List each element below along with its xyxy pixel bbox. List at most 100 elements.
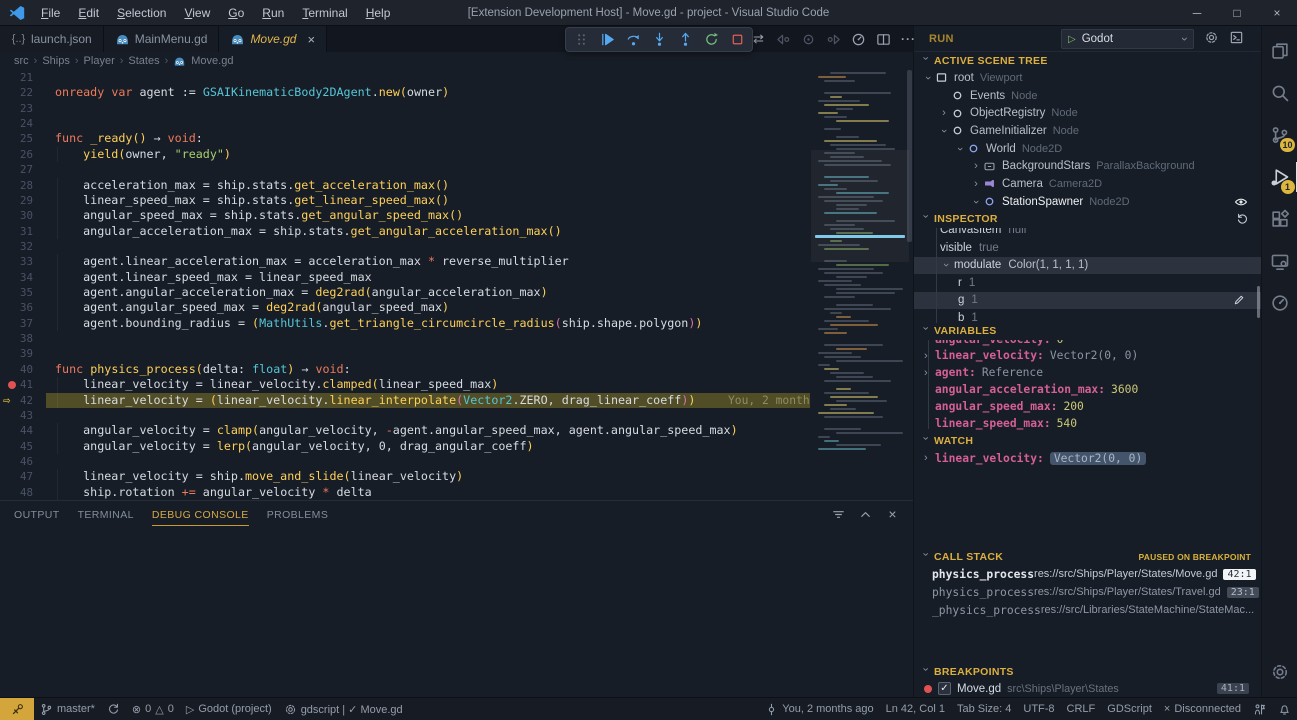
variables-header[interactable]: › VARIABLES (914, 323, 1261, 340)
line-number[interactable]: 26 (0, 147, 46, 162)
line-number[interactable]: 23 (0, 101, 46, 116)
code-line-33[interactable]: 33 agent.linear_acceleration_max = accel… (0, 254, 813, 269)
run-status-button[interactable] (848, 29, 869, 50)
status-remote-indicator[interactable] (0, 698, 34, 720)
scene-node-objectregistry[interactable]: ›ObjectRegistryNode (914, 104, 1261, 122)
chevron-right-icon[interactable]: › (938, 107, 950, 119)
variable-angular_acceleration_max[interactable]: angular_acceleration_max:3600 (914, 381, 1261, 398)
code-line-21[interactable]: 21 (0, 70, 813, 85)
watch-header[interactable]: › WATCH (914, 433, 1261, 450)
menu-terminal[interactable]: Terminal (294, 3, 355, 23)
code-line-24[interactable]: 24 (0, 116, 813, 131)
panel-tab-debug-console[interactable]: DEBUG CONSOLE (152, 503, 249, 526)
line-number[interactable]: 37 (0, 316, 46, 331)
line-number[interactable]: 38 (0, 331, 46, 346)
collapse-up-button[interactable] (857, 506, 874, 523)
line-number[interactable]: 21 (0, 70, 46, 85)
step-out-button[interactable] (673, 29, 697, 50)
code-line-43[interactable]: 43 (0, 408, 813, 423)
status-notifications[interactable] (1272, 698, 1297, 720)
status-language-mode[interactable]: GDScript (1101, 698, 1158, 720)
menu-go[interactable]: Go (220, 3, 252, 23)
more-button[interactable]: ··· (898, 29, 919, 50)
code-line-27[interactable]: 27 (0, 162, 813, 177)
menu-help[interactable]: Help (358, 3, 399, 23)
breadcrumb-file[interactable]: Move.gd (191, 55, 233, 67)
status-eol[interactable]: CRLF (1061, 698, 1102, 720)
inspector-refresh-button[interactable] (1236, 213, 1249, 226)
code-editor[interactable]: 2122onready var agent := GSAIKinematicBo… (0, 70, 913, 500)
code-line-26[interactable]: 26 yield(owner, "ready") (0, 147, 813, 162)
panel-tab-terminal[interactable]: TERMINAL (78, 503, 134, 526)
line-number[interactable]: 22 (0, 85, 46, 100)
breadcrumb-item[interactable]: src (14, 55, 29, 67)
status-feedback[interactable] (1247, 698, 1272, 720)
tab-close-button[interactable]: × (307, 32, 315, 47)
line-number[interactable]: 24 (0, 116, 46, 131)
line-number[interactable]: 46 (0, 454, 46, 469)
tab-mainmenu-gd[interactable]: MainMenu.gd (104, 26, 220, 52)
inspector-row-canvasitem[interactable]: CanvasItemnull (914, 228, 1261, 240)
status-godot-connection[interactable]: ×Disconnected (1158, 698, 1247, 720)
code-line-35[interactable]: 35 agent.angular_acceleration_max = deg2… (0, 285, 813, 300)
line-number[interactable]: 45 (0, 439, 46, 454)
line-number[interactable]: 33 (0, 254, 46, 269)
chevron-right-icon[interactable]: › (970, 160, 982, 172)
line-number[interactable]: 48 (0, 485, 46, 500)
activity-extensions[interactable] (1262, 198, 1297, 240)
menu-edit[interactable]: Edit (70, 3, 107, 23)
chevron-down-icon[interactable]: › (970, 196, 982, 208)
scene-node-backgroundstars[interactable]: ›BackgroundStarsParallaxBackground (914, 157, 1261, 175)
status-encoding[interactable]: UTF-8 (1017, 698, 1060, 720)
scene-node-gameinitializer[interactable]: ›GameInitializerNode (914, 122, 1261, 140)
status-run-project[interactable]: ▷Godot (project) (180, 698, 278, 720)
inspector-row-modulate[interactable]: ›modulateColor(1, 1, 1, 1) (914, 257, 1261, 275)
code-line-28[interactable]: 28 acceleration_max = ship.stats.get_acc… (0, 178, 813, 193)
chevron-down-icon[interactable]: › (938, 125, 950, 137)
stack-frame[interactable]: physics_processres://src/Ships/Player/St… (914, 583, 1261, 601)
code-line-29[interactable]: 29 linear_speed_max = ship.stats.get_lin… (0, 193, 813, 208)
menu-run[interactable]: Run (254, 3, 292, 23)
code-line-25[interactable]: 25func _ready() → void: (0, 131, 813, 146)
breakpoints-header[interactable]: › BREAKPOINTS (914, 663, 1261, 680)
variable-linear_velocity[interactable]: ›linear_velocity:Vector2(0, 0) (914, 450, 1261, 467)
variable-angular_speed_max[interactable]: angular_speed_max:200 (914, 398, 1261, 415)
activity-manage[interactable] (1262, 651, 1297, 693)
chevron-right-icon[interactable]: › (924, 367, 935, 379)
scene-tree-header[interactable]: › ACTIVE SCENE TREE (914, 52, 1261, 69)
tab-move-gd[interactable]: Move.gd× (219, 26, 327, 52)
continue-button[interactable] (595, 29, 619, 50)
step-over-button[interactable] (621, 29, 645, 50)
scene-node-root[interactable]: ›rootViewport (914, 69, 1261, 87)
line-number[interactable]: 40 (0, 362, 46, 377)
activity-explorer[interactable] (1262, 30, 1297, 72)
launch-config-dropdown[interactable]: ▷ Godot › (1061, 29, 1194, 49)
stack-frame[interactable]: _physics_processres://src/Libraries/Stat… (914, 601, 1261, 619)
activity-godot-tools[interactable] (1262, 282, 1297, 324)
variable-linear_velocity[interactable]: ›linear_velocity:Vector2(0, 0) (914, 347, 1261, 364)
code-line-30[interactable]: 30 angular_speed_max = ship.stats.get_an… (0, 208, 813, 223)
activity-source-control[interactable]: 10 (1262, 114, 1297, 156)
activity-search[interactable] (1262, 72, 1297, 114)
step-into-button[interactable] (647, 29, 671, 50)
line-number[interactable]: 30 (0, 208, 46, 223)
line-number[interactable]: 44 (0, 423, 46, 438)
line-number[interactable]: 43 (0, 408, 46, 423)
forward-continue-button[interactable] (823, 29, 844, 50)
inspector-row-g[interactable]: g1 (914, 292, 1261, 310)
line-number[interactable]: 35 (0, 285, 46, 300)
visibility-eye-icon[interactable] (1234, 195, 1248, 209)
minimize-button[interactable]: ─ (1177, 0, 1217, 25)
variable-angular_velocity[interactable]: angular_velocity:0 (914, 340, 1261, 348)
status-language-status[interactable]: gdscript | ✓ Move.gd (278, 698, 409, 720)
code-line-41[interactable]: 41 linear_velocity = linear_velocity.cla… (0, 377, 813, 392)
code-line-36[interactable]: 36 agent.angular_speed_max = deg2rad(ang… (0, 300, 813, 315)
panel-tab-problems[interactable]: PROBLEMS (267, 503, 329, 526)
scene-node-world[interactable]: ›WorldNode2D (914, 140, 1261, 158)
code-line-47[interactable]: 47 linear_velocity = ship.move_and_slide… (0, 469, 813, 484)
chevron-down-icon[interactable]: › (940, 259, 952, 271)
line-number[interactable]: 31 (0, 224, 46, 239)
code-line-42[interactable]: 42⇨ linear_velocity = (linear_velocity.l… (0, 393, 813, 408)
line-number[interactable]: 41 (0, 377, 46, 392)
menu-file[interactable]: File (33, 3, 68, 23)
